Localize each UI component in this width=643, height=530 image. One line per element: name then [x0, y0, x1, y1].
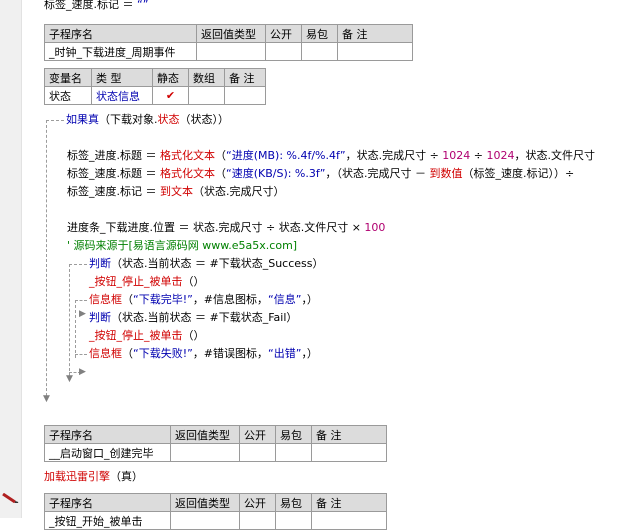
keyword-if: 如果真 — [66, 113, 99, 126]
code-line-call-stop-1[interactable]: _按钮_停止_被单击（） — [89, 275, 205, 289]
function-name: 加载迅雷引擎 — [44, 470, 110, 483]
remark-cell[interactable] — [337, 42, 413, 61]
flow-line — [75, 354, 87, 355]
flow-right-arrow-icon: ▶ — [79, 367, 86, 377]
array-cell[interactable] — [188, 86, 225, 105]
code-line-speed-title[interactable]: 标签_速度.标题 ＝ 格式化文本（“速度(KB/S): %.3f”，（状态.完成… — [67, 167, 574, 181]
col-static: 静态 — [152, 68, 189, 87]
flow-line — [46, 120, 64, 121]
static-check-icon[interactable]: ✔ — [152, 86, 189, 105]
code-line-load-engine[interactable]: 加载迅雷引擎（真） — [44, 470, 143, 484]
code-line-msgbox-done[interactable]: 信息框（“下载完毕!”，#信息图标，“信息”，） — [89, 293, 318, 307]
subroutine-table-1: 子程序名 返回值类型 公开 易包 备 注 _时钟_下载进度_周期事件 — [44, 24, 413, 61]
col-var-name: 变量名 — [44, 68, 92, 87]
flow-line — [69, 264, 70, 376]
col-public: 公开 — [265, 24, 302, 43]
flow-line — [75, 300, 76, 358]
subroutine-name-cell[interactable]: _时钟_下载进度_周期事件 — [44, 42, 197, 61]
subroutine-name-cell[interactable]: __启动窗口_创建完毕 — [44, 443, 171, 462]
code-line-progress-title[interactable]: 标签_进度.标题 ＝ 格式化文本（“进度(MB): %.4f/%.4f”，状态.… — [67, 149, 595, 163]
return-type-cell[interactable] — [196, 42, 266, 61]
variable-remark-cell[interactable] — [224, 86, 266, 105]
flow-right-arrow-icon: ▶ — [79, 309, 86, 319]
epackage-cell[interactable] — [301, 42, 338, 61]
property-name: 标记 — [97, 0, 119, 11]
col-var-type: 类 型 — [91, 68, 153, 87]
object-name: 标签_速度 — [44, 0, 94, 11]
subroutine-table-3: 子程序名 返回值类型 公开 易包 备 注 _按钮_开始_被单击 — [44, 493, 387, 530]
code-line-speed-tag[interactable]: 标签_速度.标记 ＝ 到文本（状态.完成尺寸） — [67, 185, 285, 199]
keyword-judge: 判断 — [89, 257, 111, 270]
code-line-judge-fail[interactable]: 判断（状态.当前状态 ＝ #下载状态_Fail） — [89, 311, 297, 325]
flow-end-arrow-icon: ▼ — [43, 394, 50, 404]
function-name: 到文本 — [160, 185, 193, 198]
code-line-top[interactable]: 标签_速度.标记 ＝ “” — [44, 0, 148, 12]
function-name: 格式化文本 — [160, 149, 215, 162]
subroutine-name-cell[interactable]: _按钮_开始_被单击 — [44, 511, 171, 530]
col-return-type: 返回值类型 — [196, 24, 266, 43]
keyword-judge: 判断 — [89, 311, 111, 324]
code-line-if[interactable]: 如果真（下载对象.状态（状态）） — [66, 113, 229, 127]
flow-line — [46, 120, 47, 396]
public-cell[interactable] — [265, 42, 302, 61]
flow-end-arrow-icon: ▼ — [66, 374, 73, 384]
code-line-msgbox-fail[interactable]: 信息框（“下载失败!”，#错误图标，“出错”，） — [89, 347, 318, 361]
col-array: 数组 — [188, 68, 225, 87]
code-comment[interactable]: ' 源码来源于[易语言源码网 www.e5a5x.com] — [67, 239, 297, 253]
string-literal: “” — [137, 0, 149, 11]
subroutine-table-2: 子程序名 返回值类型 公开 易包 备 注 __启动窗口_创建完毕 — [44, 425, 387, 462]
flow-line — [69, 264, 87, 265]
code-line-judge-success[interactable]: 判断（状态.当前状态 ＝ #下载状态_Success） — [89, 257, 324, 271]
col-remark: 备 注 — [337, 24, 413, 43]
line-gutter — [0, 0, 22, 518]
col-sub-name: 子程序名 — [44, 24, 197, 43]
col-var-remark: 备 注 — [224, 68, 266, 87]
function-name: 格式化文本 — [160, 167, 215, 180]
variable-type-cell[interactable]: 状态信息 — [91, 86, 153, 105]
variable-table: 变量名 类 型 静态 数组 备 注 状态 状态信息 ✔ — [44, 68, 266, 105]
code-line-call-stop-2[interactable]: _按钮_停止_被单击（） — [89, 329, 205, 343]
pencil-icon — [2, 493, 19, 503]
col-epackage: 易包 — [301, 24, 338, 43]
flow-line — [75, 300, 87, 301]
code-line-progress-position[interactable]: 进度条_下载进度.位置 ＝ 状态.完成尺寸 ÷ 状态.文件尺寸 × 100 — [67, 221, 385, 235]
variable-name-cell[interactable]: 状态 — [44, 86, 92, 105]
